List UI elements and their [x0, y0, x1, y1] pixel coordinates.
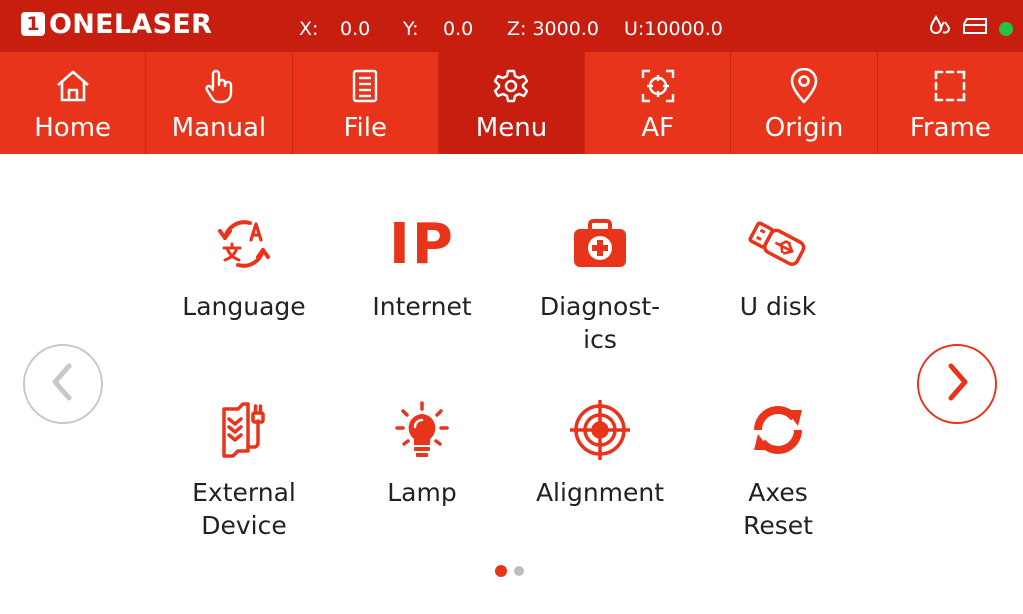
menu-item-u-disk[interactable]: U disk [698, 212, 858, 323]
home-icon [55, 68, 91, 104]
external-device-icon [164, 398, 324, 462]
ip-icon: IP [389, 211, 455, 277]
brand-badge: 1 [21, 12, 45, 36]
tab-origin-label: Origin [764, 113, 844, 143]
menu-item-u-disk-label: U disk [739, 292, 817, 321]
tab-manual[interactable]: Manual [146, 52, 293, 154]
status-bar: 1 ONELASER X: 0.0 Y: 0.0 Z: 3000.0 U:100… [0, 0, 1023, 52]
page-indicator [495, 565, 524, 577]
menu-item-axes-reset-label: Axes Reset [743, 478, 813, 540]
autofocus-crosshair-icon [641, 68, 675, 104]
tab-frame-label: Frame [909, 113, 991, 143]
dashed-frame-icon [933, 68, 967, 104]
usb-drive-icon [698, 212, 858, 276]
tab-origin[interactable]: Origin [731, 52, 878, 154]
u-coordinate: U:10000.0 [624, 18, 723, 40]
target-crosshair-icon [520, 398, 680, 462]
tab-file[interactable]: File [293, 52, 439, 154]
menu-item-diagnostics-label: Diagnost- ics [539, 292, 661, 354]
tab-menu[interactable]: Menu [438, 52, 586, 154]
menu-item-language[interactable]: Language [164, 212, 324, 323]
page-dot-1[interactable] [495, 565, 507, 577]
menu-item-diagnostics[interactable]: Diagnost- ics [520, 212, 680, 356]
menu-item-internet[interactable]: IP Internet [342, 212, 502, 323]
z-coordinate: Z: 3000.0 [507, 18, 599, 40]
gear-icon [494, 68, 529, 104]
next-page-button[interactable] [917, 344, 997, 424]
menu-item-alignment[interactable]: Alignment [520, 398, 680, 509]
tab-af[interactable]: AF [585, 52, 732, 154]
menu-item-external-device-label: External Device [192, 478, 296, 540]
x-coordinate-value: 0.0 [340, 18, 371, 40]
menu-item-alignment-label: Alignment [535, 478, 665, 507]
y-coordinate-label: Y: [403, 18, 419, 40]
tab-frame[interactable]: Frame [878, 52, 1023, 154]
tab-manual-label: Manual [171, 113, 267, 143]
first-aid-kit-icon [520, 212, 680, 276]
tab-file-label: File [343, 113, 387, 143]
page-dot-2[interactable] [514, 566, 524, 576]
language-translate-icon [164, 212, 324, 276]
menu-item-external-device[interactable]: External Device [164, 398, 324, 542]
location-pin-icon [789, 68, 819, 104]
water-drops-icon [929, 14, 951, 43]
y-coordinate-value: 0.0 [443, 18, 474, 40]
brand-logo: 1 ONELASER [21, 8, 213, 40]
menu-item-internet-label: Internet [372, 292, 472, 321]
menu-item-axes-reset[interactable]: Axes Reset [698, 398, 858, 542]
file-list-icon [351, 68, 379, 104]
x-coordinate-label: X: [299, 18, 319, 40]
tab-af-label: AF [641, 113, 675, 143]
hand-pointer-icon [202, 68, 236, 104]
material-tray-icon [962, 16, 988, 41]
menu-item-lamp-label: Lamp [387, 478, 457, 507]
menu-item-lamp[interactable]: Lamp [342, 398, 502, 509]
chevron-right-icon [942, 362, 972, 407]
axes-reset-arrows-icon [698, 398, 858, 462]
tab-home[interactable]: Home [0, 52, 147, 154]
lamp-bulb-icon [342, 398, 502, 462]
tab-menu-label: Menu [475, 113, 548, 143]
connection-status-dot [999, 21, 1013, 36]
chevron-left-icon [48, 362, 78, 407]
tab-home-label: Home [34, 113, 112, 143]
status-icons [929, 14, 1013, 43]
brand-name: ONELASER [49, 8, 213, 40]
previous-page-button[interactable] [23, 344, 103, 424]
menu-item-language-label: Language [182, 292, 306, 321]
main-nav: Home Manual File Menu AF Origin Frame [0, 52, 1023, 154]
